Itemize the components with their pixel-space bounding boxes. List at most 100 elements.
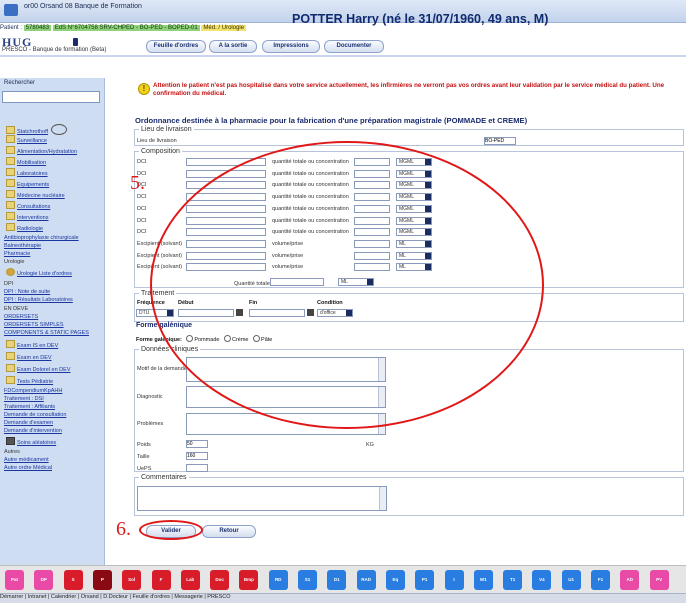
quick-button[interactable]: Doc xyxy=(210,570,230,590)
poids-input[interactable] xyxy=(186,440,208,448)
sidebar-item-dpi-note[interactable]: DPI : Note de suite xyxy=(4,289,50,295)
tab-impressions[interactable]: Impressions xyxy=(262,40,320,53)
sidebar-item-alimentation[interactable]: Alimentation/Hydratation xyxy=(6,146,77,155)
sidebar-item-demande-examen[interactable]: Demande d'examen xyxy=(4,420,53,426)
form-title: Ordonnance destinée à la pharmacie pour … xyxy=(135,116,528,125)
folder-icon xyxy=(6,179,15,187)
sidebar-item-traitement-affiliants[interactable]: Traitement : Affiliants xyxy=(4,404,55,410)
patient-info-strip: Patient : 5780483 EdS N°6704758 SRV-CHPE… xyxy=(0,25,686,34)
quick-button[interactable]: Sol xyxy=(122,570,142,590)
sidebar-item-pharmacie[interactable]: Pharmacie xyxy=(4,251,30,257)
window-title: or00 Orsand 08 Banque de Formation xyxy=(24,3,142,10)
folder-icon xyxy=(6,364,15,372)
sidebar-item-equipements[interactable]: Equipements xyxy=(6,179,49,188)
motif-label: Motif de la demande xyxy=(137,366,187,372)
quick-button[interactable]: S1 xyxy=(298,570,317,590)
quick-button[interactable]: D1 xyxy=(327,570,347,590)
folder-icon xyxy=(6,146,15,154)
taille-input[interactable] xyxy=(186,452,208,460)
sidebar-item-dpi-resultats[interactable]: DPI : Résultats Laboratoires xyxy=(4,297,73,303)
sidebar-item-laboratoires[interactable]: Laboratoires xyxy=(6,168,48,177)
sidebar-item-mobilisation[interactable]: Mobilisation xyxy=(6,157,46,166)
sidebar-item-components[interactable]: COMPONENTS & STATIC PAGES xyxy=(4,330,89,336)
sidebar-item-ordersets[interactable]: ORDERSETS xyxy=(4,314,38,320)
sidebar-item-statchrothoff[interactable]: Statchrothoff xyxy=(6,124,68,135)
sidebar-item-exam-dolorel[interactable]: Exam Dolorel en DEV xyxy=(6,364,71,373)
alert-text: Attention le patient n'est pas hospitali… xyxy=(153,82,665,97)
folder-icon xyxy=(6,190,15,198)
quick-button[interactable]: P xyxy=(92,570,112,590)
folder-icon xyxy=(6,126,15,134)
pin-icon xyxy=(73,38,78,46)
annotation-ellipse-step5 xyxy=(150,141,544,429)
sidebar-item-autre-medicament[interactable]: Autre médicament xyxy=(4,457,49,463)
sidebar-item-surveillance[interactable]: Surveillance xyxy=(6,135,47,144)
quick-button[interactable]: Lab xyxy=(180,570,200,590)
sidebar-item-fdcompendium[interactable]: FDCompendiumKpAHH xyxy=(4,388,62,394)
quick-button[interactable]: W1 xyxy=(473,570,493,590)
sidebar-item-exam-dev[interactable]: Exam en DEV xyxy=(6,352,52,361)
search-input[interactable] xyxy=(2,91,100,103)
sidebar-section-autres: Autres xyxy=(4,449,20,455)
quick-button[interactable]: AD xyxy=(620,570,640,590)
quick-button[interactable]: PV xyxy=(649,570,669,590)
sidebar-item-demande-consultation[interactable]: Demande de consultation xyxy=(4,412,66,418)
quick-button[interactable]: Eq xyxy=(385,570,405,590)
sidebar-item-ordersets-simples[interactable]: ORDERSETS SIMPLES xyxy=(4,322,64,328)
quick-button[interactable]: P1 xyxy=(415,570,435,590)
sidebar-item-consultations[interactable]: Consultations xyxy=(6,201,50,210)
folder-icon xyxy=(6,201,15,209)
livraison-input[interactable] xyxy=(484,137,516,145)
quick-button[interactable]: Pat xyxy=(5,570,24,590)
sidebar-item-radiologie[interactable]: Radiologie xyxy=(6,223,43,232)
sidebar-item-tests-pediatrie[interactable]: Tests Pédiatrie xyxy=(6,376,53,385)
quick-button[interactable]: U1 xyxy=(561,570,581,590)
quick-button[interactable]: Bmp xyxy=(239,570,259,590)
patient-id[interactable]: 5780483 xyxy=(23,25,52,31)
annotation-step6: 6. xyxy=(116,518,131,540)
quick-button[interactable]: V4 xyxy=(532,570,552,590)
sidebar-item-urologie-liste[interactable]: Urologie Liste d'ordres xyxy=(6,268,72,277)
quick-button[interactable]: F xyxy=(151,570,171,590)
sidebar-item-exam-is[interactable]: Exam IS en DEV xyxy=(6,340,58,349)
legend-composition: Composition xyxy=(141,148,180,155)
quick-button[interactable]: T1 xyxy=(503,570,523,590)
ueps-input[interactable] xyxy=(186,464,208,472)
livraison-label: Lieu de livraison xyxy=(137,138,177,144)
tab-feuille-ordres[interactable]: Feuille d'ordres xyxy=(146,40,206,53)
legend-livraison: Lieu de livraison xyxy=(141,126,192,133)
folder-icon xyxy=(6,223,15,231)
quick-button[interactable]: DP xyxy=(34,570,54,590)
folder-icon xyxy=(6,340,15,348)
header-divider xyxy=(0,55,686,57)
folder-icon xyxy=(6,376,15,384)
taille-label: Taille xyxy=(137,454,150,460)
quick-button[interactable]: S xyxy=(63,570,83,590)
sidebar-item-interventions[interactable]: Interventions xyxy=(6,212,49,221)
patient-stay[interactable]: EdS N°6704758 SRV-CHPED - BO-PED - BOPED… xyxy=(52,25,200,31)
person-icon xyxy=(6,437,15,445)
sidebar-section-dpi: DPI xyxy=(4,281,14,287)
stethoscope-icon xyxy=(51,124,68,135)
sidebar-item-demande-intervention[interactable]: Demande d'intervention xyxy=(4,428,62,434)
quick-button[interactable]: RAD xyxy=(356,570,376,590)
fieldset-livraison: Lieu de livraison xyxy=(134,126,684,146)
quick-button[interactable]: RD xyxy=(268,570,288,590)
sidebar-item-soins-aleatoires[interactable]: Soins aléatoires xyxy=(6,437,56,446)
tab-a-la-sortie[interactable]: A la sortie xyxy=(209,40,257,53)
scrollbar[interactable] xyxy=(379,487,386,510)
dci-label: DCI xyxy=(137,159,147,165)
folder-icon xyxy=(6,212,15,220)
sidebar-item-medecine-nucleaire[interactable]: Médecine nucléaire xyxy=(6,190,65,199)
sidebar-item-balneotherapie[interactable]: Balneothérapie xyxy=(4,243,41,249)
tab-documenter[interactable]: Documenter xyxy=(324,40,384,53)
sidebar-item-traitement-dsi[interactable]: Traitement : DSI xyxy=(4,396,44,402)
app-subtitle: PRESCO - Banque de formation (Beta) xyxy=(2,47,107,53)
quick-button[interactable]: F1 xyxy=(591,570,610,590)
retour-button[interactable]: Retour xyxy=(202,525,256,538)
quick-button[interactable]: I xyxy=(444,570,464,590)
annotation-ellipse-step6 xyxy=(139,520,203,540)
sidebar-item-antibioprophylaxie[interactable]: Antibioprophylaxie chirurgicale xyxy=(4,235,79,241)
sidebar-item-autre-ordre[interactable]: Autre ordre Médical xyxy=(4,465,52,471)
commentaires-textarea[interactable] xyxy=(137,486,387,511)
